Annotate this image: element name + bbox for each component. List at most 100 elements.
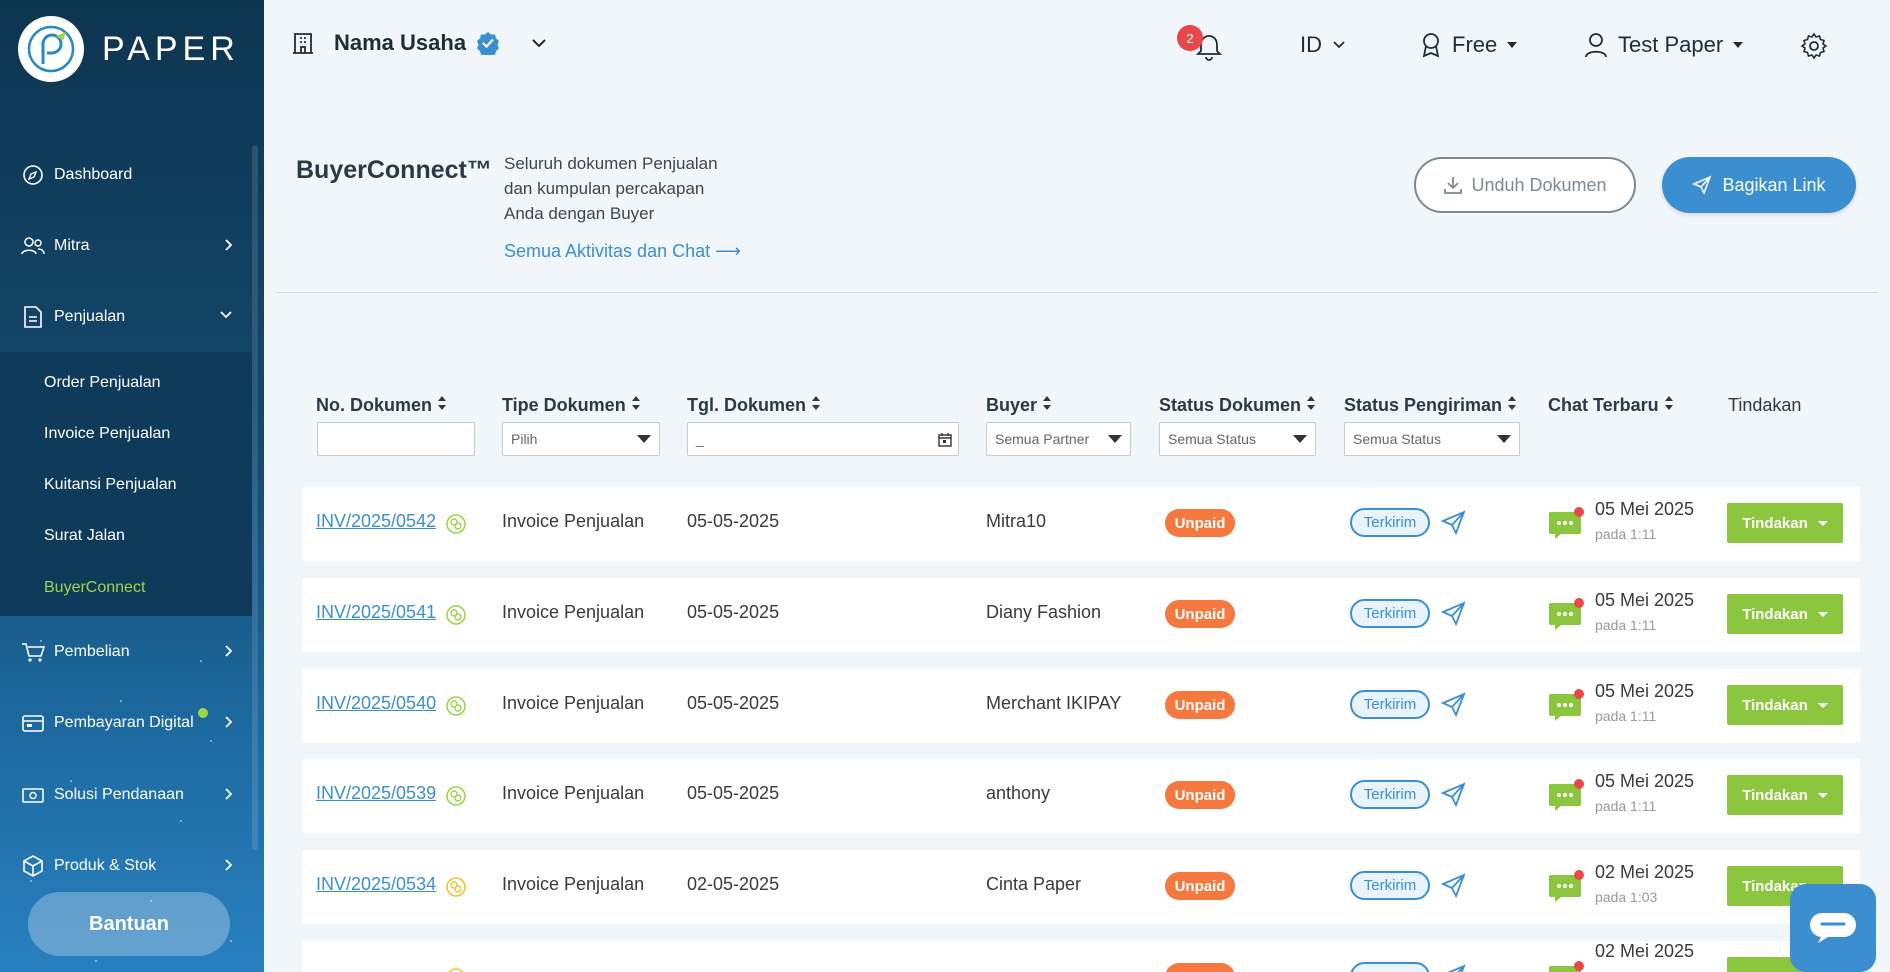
doc-number-link[interactable]: INV/2025/0542 (316, 511, 436, 532)
submenu-buyerconnect[interactable]: BuyerConnect (44, 579, 145, 597)
actions-label: Tindakan (1742, 514, 1808, 532)
doc-date-cell: 05-05-2025 (687, 693, 780, 713)
cart-icon (20, 639, 46, 665)
sidebar-scrollbar[interactable] (252, 145, 258, 850)
doc-date-cell: 05-05-2025 (687, 511, 780, 531)
doc-number-link[interactable]: INV/2025/0534 (316, 874, 436, 895)
sidebar-item-mitra[interactable]: Mitra (0, 221, 252, 271)
page-description: Seluruh dokumen Penjualan dan kumpulan p… (504, 154, 718, 223)
sidebar-item-penjualan[interactable]: Penjualan (0, 292, 252, 342)
submenu-order-penjualan[interactable]: Order Penjualan (44, 374, 161, 392)
doc-type-cell: Invoice Penjualan (502, 602, 645, 622)
doc-status-filter-select[interactable]: Semua Status (1159, 422, 1316, 456)
user-menu[interactable]: Test Paper (1584, 32, 1744, 58)
column-label: Chat Terbaru (1548, 395, 1659, 415)
top-bar: Nama Usaha 2 ID Free Test Paper (264, 0, 1890, 96)
chat-widget-button[interactable] (1790, 884, 1876, 972)
table-row: 02 Mei 2025 (302, 941, 1860, 972)
chat-icon[interactable] (1548, 778, 1584, 811)
column-header-doc-status[interactable]: Status Dokumen (1159, 395, 1316, 416)
status-badge: Unpaid (1165, 781, 1235, 809)
actions-dropdown-button[interactable]: Tindakan (1727, 503, 1843, 543)
send-icon[interactable] (1440, 782, 1467, 813)
sidebar-item-pembayaran-digital[interactable]: Pembayaran Digital (0, 698, 252, 748)
submenu-kuitansi-penjualan[interactable]: Kuitansi Penjualan (44, 476, 177, 494)
doc-no-filter-input[interactable] (317, 422, 475, 456)
caret-down-icon (1817, 611, 1828, 617)
doc-number-link[interactable]: INV/2025/0541 (316, 602, 436, 623)
document-icon (20, 304, 46, 330)
caret-down-icon (1817, 520, 1828, 526)
doc-status-icon (445, 785, 467, 812)
column-header-doc-type[interactable]: Tipe Dokumen (502, 395, 641, 416)
chat-icon[interactable] (1548, 506, 1584, 539)
submenu-invoice-penjualan[interactable]: Invoice Penjualan (44, 425, 170, 443)
doc-date-cell: 02-05-2025 (687, 874, 780, 894)
paper-logo-icon (18, 16, 84, 82)
doc-type-filter-select[interactable]: Pilih (502, 422, 660, 456)
doc-status-icon (445, 967, 467, 972)
sort-icon (437, 395, 447, 416)
sidebar-item-label: Pembelian (54, 643, 130, 660)
help-button[interactable]: Bantuan (28, 892, 230, 956)
chat-icon[interactable] (1548, 869, 1584, 902)
ship-status-filter-select[interactable]: Semua Status (1344, 422, 1520, 456)
calendar-icon[interactable] (938, 432, 952, 447)
shipping-status-badge: Terkirim (1350, 690, 1430, 719)
notification-count-badge: 2 (1177, 25, 1203, 51)
doc-number-link[interactable]: INV/2025/0540 (316, 693, 436, 714)
send-icon[interactable] (1440, 601, 1467, 632)
actions-dropdown-button[interactable]: Tindakan (1727, 775, 1843, 815)
caret-down-icon (1733, 42, 1744, 48)
column-header-ship-status[interactable]: Status Pengiriman (1344, 395, 1517, 416)
actions-dropdown-button[interactable]: Tindakan (1727, 594, 1843, 634)
caret-down-icon (1817, 792, 1828, 798)
share-link-button[interactable]: Bagikan Link (1662, 157, 1856, 213)
column-header-latest-chat[interactable]: Chat Terbaru (1548, 395, 1674, 416)
chat-time: pada 1:11 (1595, 798, 1657, 814)
chat-icon[interactable] (1548, 688, 1584, 721)
send-icon[interactable] (1440, 692, 1467, 723)
chat-icon[interactable] (1548, 960, 1584, 972)
business-selector[interactable]: Nama Usaha (292, 30, 548, 56)
table-row: INV/2025/0540 Invoice Penjualan 05-05-2025… (302, 669, 1860, 743)
column-header-doc-date[interactable]: Tgl. Dokumen (687, 395, 821, 416)
buyer-filter-select[interactable]: Semua Partner (986, 422, 1131, 456)
shipping-status-badge: Terkirim (1350, 599, 1430, 628)
table-row: INV/2025/0534 Invoice Penjualan 02-05-2025… (302, 850, 1860, 924)
chevron-down-icon (530, 37, 548, 49)
all-activity-link[interactable]: Semua Aktivitas dan Chat ⟶ (504, 241, 741, 262)
buyer-cell: Mitra10 (986, 511, 1047, 531)
doc-number-link[interactable]: INV/2025/0539 (316, 783, 436, 804)
column-header-buyer[interactable]: Buyer (986, 395, 1052, 416)
logo-text: PAPER (102, 29, 240, 68)
sidebar-item-pembelian[interactable]: Pembelian (0, 627, 252, 677)
status-badge: Unpaid (1165, 600, 1235, 628)
caret-down-icon (1817, 702, 1828, 708)
send-icon[interactable] (1440, 510, 1467, 541)
settings-button[interactable] (1800, 32, 1828, 60)
new-indicator-dot (197, 708, 208, 718)
chat-time: pada 1:03 (1595, 889, 1658, 905)
send-icon[interactable] (1440, 873, 1467, 904)
buyer-cell: Merchant IKIPAY (986, 693, 1122, 713)
sidebar-item-dashboard[interactable]: Dashboard (0, 150, 252, 200)
column-header-doc-no[interactable]: No. Dokumen (316, 395, 447, 416)
doc-date-filter-input[interactable]: _ (687, 422, 959, 456)
sidebar-item-solusi-pendanaan[interactable]: Solusi Pendanaan (0, 770, 252, 820)
actions-dropdown-button[interactable]: Tindakan (1727, 685, 1843, 725)
user-name: Test Paper (1618, 32, 1724, 57)
submenu-surat-jalan[interactable]: Surat Jalan (44, 527, 125, 545)
download-documents-button[interactable]: Unduh Dokumen (1414, 157, 1636, 213)
sidebar-item-produk-stok[interactable]: Produk & Stok (0, 841, 252, 891)
plan-selector[interactable]: Free (1420, 32, 1518, 58)
chat-icon[interactable] (1548, 597, 1584, 630)
send-icon[interactable] (1441, 964, 1467, 972)
sort-icon (631, 395, 641, 416)
logo[interactable]: PAPER (18, 16, 240, 82)
language-selector[interactable]: ID (1300, 32, 1346, 58)
gear-icon (1800, 32, 1828, 60)
status-badge: Unpaid (1165, 509, 1235, 537)
users-icon (20, 233, 46, 259)
shipping-status-badge: Terkirim (1350, 508, 1430, 537)
